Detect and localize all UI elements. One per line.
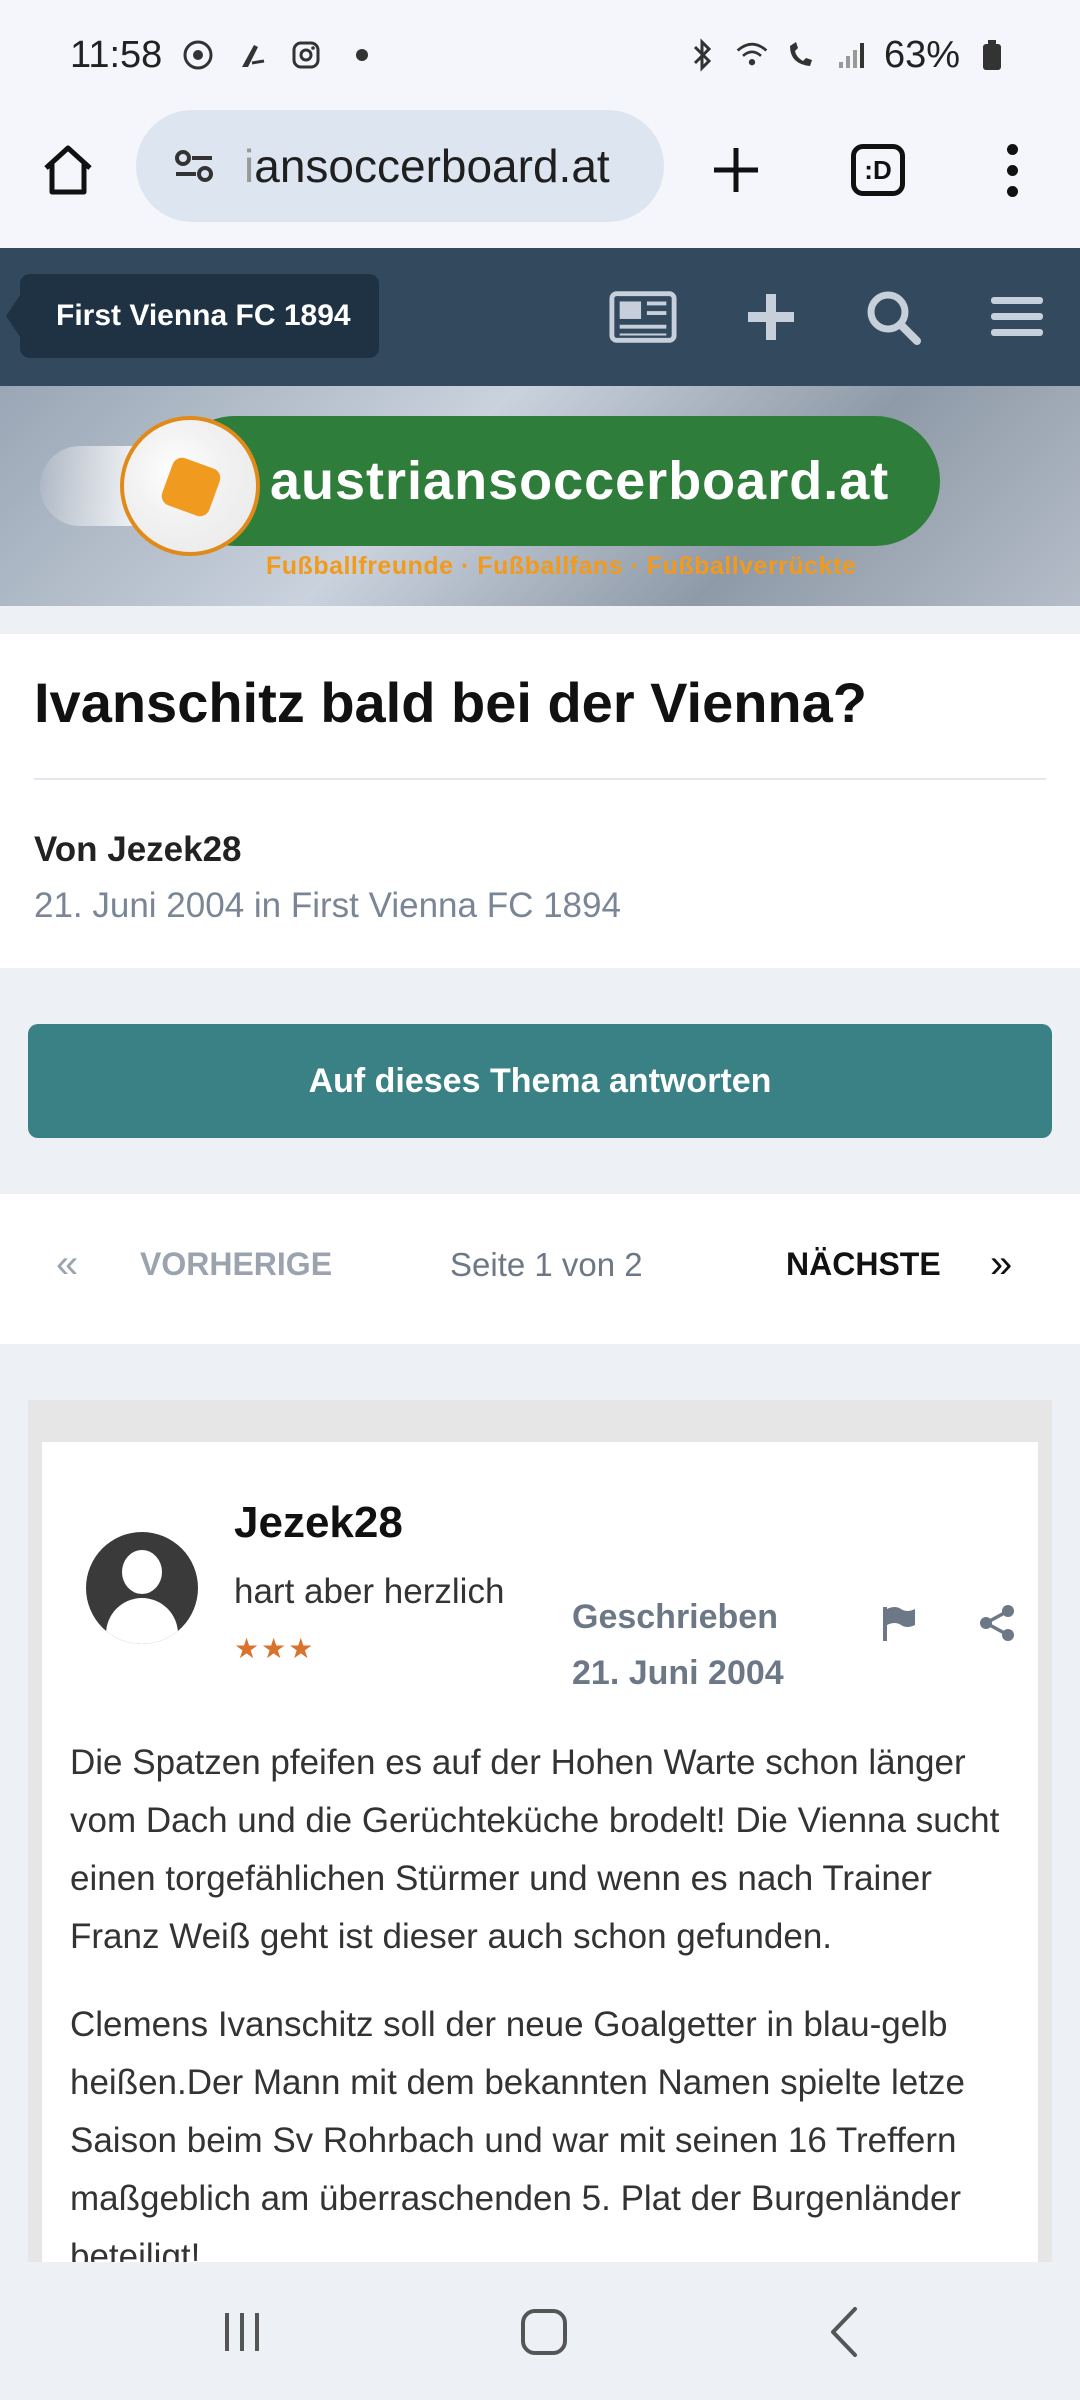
call-wifi-icon (784, 37, 820, 73)
post: Jezek28 hart aber herzlich ★★★ Geschrieb… (42, 1442, 1038, 2262)
post-content: Die Spatzen pfeifen es auf der Hohen War… (70, 1734, 1010, 2262)
recent-apps-icon (225, 2313, 259, 2351)
banner-title: austriansoccerboard.at (270, 451, 890, 511)
home-icon (44, 145, 92, 195)
prev-arrow-icon[interactable]: « (56, 1242, 78, 1287)
url-bar[interactable]: iansoccerboard.at (136, 110, 664, 222)
chrome-icon (180, 37, 216, 73)
post-paragraph: Die Spatzen pfeifen es auf der Hohen War… (70, 1743, 1000, 1956)
battery-percent: 63% (883, 33, 960, 76)
post-paragraph: Clemens Ivanschitz soll der neue Goalget… (70, 2005, 965, 2262)
status-bar: 11:58 63% (0, 0, 1080, 110)
wifi-icon (734, 37, 770, 73)
topic-date-forum: 21. Juni 2004 in First Vienna FC 1894 (34, 886, 621, 925)
tab-switcher-button[interactable]: :D (842, 134, 914, 206)
post-author[interactable]: Jezek28 (234, 1498, 403, 1548)
post-written-label: Geschrieben (572, 1598, 778, 1636)
page-indicator[interactable]: Seite 1 von 2 (450, 1246, 643, 1284)
page-title: Ivanschitz bald bei der Vienna? (34, 671, 867, 734)
menu-dot (1006, 164, 1018, 176)
banner-tagline: Fußballfreunde · Fußballfans · Fußballve… (266, 552, 857, 580)
post-date[interactable]: 21. Juni 2004 (572, 1654, 784, 1693)
cleaner-icon (234, 37, 270, 73)
home-nav-button[interactable] (504, 2296, 584, 2368)
url-domain: ansoccerboard.at (254, 140, 610, 192)
site-banner[interactable]: austriansoccerboard.at Fußballfreunde · … (0, 386, 1080, 606)
back-chevron-icon (831, 2307, 857, 2357)
system-nav-bar (0, 2264, 1080, 2400)
plus-icon (714, 148, 758, 192)
topic-header: Ivanschitz bald bei der Vienna? Von Jeze… (0, 634, 1080, 968)
instagram-icon (288, 37, 324, 73)
signal-icon (834, 37, 870, 73)
browser-toolbar: iansoccerboard.at :D (0, 110, 1080, 248)
new-tab-button[interactable] (700, 134, 772, 206)
avatar[interactable] (86, 1532, 198, 1644)
pagination: « VORHERIGE Seite 1 von 2 NÄCHSTE » (0, 1194, 1080, 1344)
battery-icon (974, 37, 1010, 73)
create-plus-icon[interactable] (736, 282, 806, 352)
share-icon[interactable] (972, 1598, 1022, 1648)
reply-button[interactable]: Auf dieses Thema antworten (28, 1024, 1052, 1138)
bluetooth-icon (684, 37, 720, 73)
report-flag-icon[interactable] (874, 1598, 924, 1648)
status-time: 11:58 (70, 33, 163, 76)
next-arrow-icon[interactable]: » (990, 1242, 1012, 1287)
url-text: iansoccerboard.at (244, 139, 610, 193)
home-square-icon (521, 2309, 567, 2355)
banner-logo: austriansoccerboard.at (170, 416, 940, 546)
newspaper-icon[interactable] (608, 282, 678, 352)
soccer-ball-icon (120, 416, 260, 556)
menu-dot (1006, 143, 1018, 155)
site-settings-icon[interactable] (172, 146, 216, 186)
url-fade: i (244, 140, 255, 192)
prev-page-link[interactable]: VORHERIGE (140, 1246, 332, 1283)
topic-author[interactable]: Von Jezek28 (34, 830, 242, 870)
recent-apps-button[interactable] (202, 2296, 282, 2368)
dot-icon (356, 49, 369, 61)
breadcrumb-forum[interactable]: First Vienna FC 1894 (6, 274, 379, 358)
back-button[interactable] (806, 2296, 886, 2368)
tab-count: :D (851, 144, 905, 196)
divider (34, 778, 1046, 780)
site-header: First Vienna FC 1894 (0, 248, 1080, 386)
menu-dot (1006, 185, 1018, 197)
post-author-rank: hart aber herzlich (234, 1572, 505, 1611)
hamburger-menu-icon[interactable] (982, 282, 1052, 352)
home-button[interactable] (36, 138, 100, 202)
rank-stars-icon: ★★★ (234, 1633, 316, 1664)
next-page-link[interactable]: NÄCHSTE (786, 1246, 941, 1283)
browser-menu-button[interactable] (984, 134, 1040, 206)
search-icon[interactable] (858, 282, 928, 352)
